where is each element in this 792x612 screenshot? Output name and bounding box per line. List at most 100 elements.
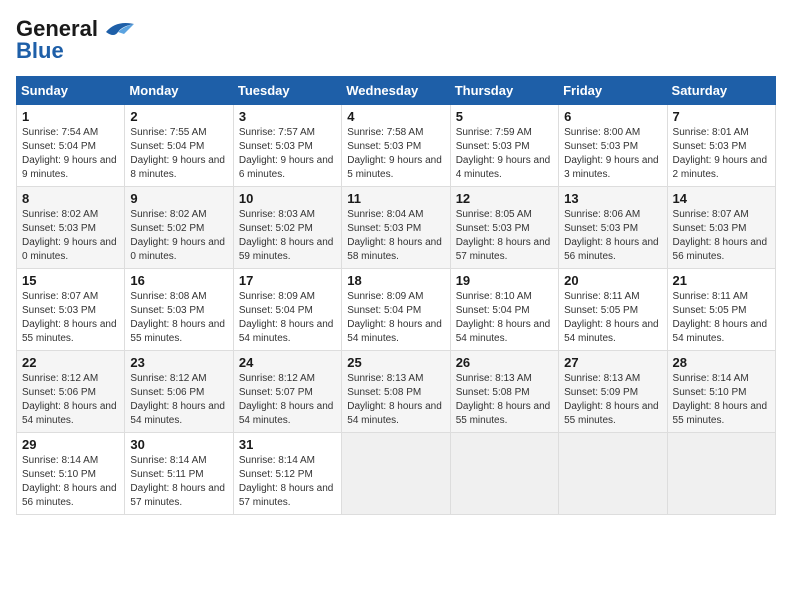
weekday-header-thursday: Thursday — [450, 77, 558, 105]
calendar-day-cell: 25 Sunrise: 8:13 AMSunset: 5:08 PMDaylig… — [342, 351, 450, 433]
calendar-header: SundayMondayTuesdayWednesdayThursdayFrid… — [17, 77, 776, 105]
day-info: Sunrise: 8:01 AMSunset: 5:03 PMDaylight:… — [673, 127, 768, 180]
calendar-day-cell: 29 Sunrise: 8:14 AMSunset: 5:10 PMDaylig… — [17, 433, 125, 515]
day-info: Sunrise: 8:12 AMSunset: 5:07 PMDaylight:… — [239, 373, 334, 426]
day-info: Sunrise: 8:02 AMSunset: 5:03 PMDaylight:… — [22, 209, 117, 262]
calendar-week-row: 8 Sunrise: 8:02 AMSunset: 5:03 PMDayligh… — [17, 187, 776, 269]
calendar-day-cell: 20 Sunrise: 8:11 AMSunset: 5:05 PMDaylig… — [559, 269, 667, 351]
logo-bird-icon — [98, 18, 134, 40]
calendar-week-row: 15 Sunrise: 8:07 AMSunset: 5:03 PMDaylig… — [17, 269, 776, 351]
calendar-body: 1 Sunrise: 7:54 AMSunset: 5:04 PMDayligh… — [17, 105, 776, 515]
calendar-day-cell: 26 Sunrise: 8:13 AMSunset: 5:08 PMDaylig… — [450, 351, 558, 433]
day-number: 6 — [564, 109, 661, 124]
day-info: Sunrise: 7:55 AMSunset: 5:04 PMDaylight:… — [130, 127, 225, 180]
day-number: 22 — [22, 355, 119, 370]
day-info: Sunrise: 8:13 AMSunset: 5:08 PMDaylight:… — [456, 373, 551, 426]
calendar-day-cell: 11 Sunrise: 8:04 AMSunset: 5:03 PMDaylig… — [342, 187, 450, 269]
day-number: 29 — [22, 437, 119, 452]
calendar-day-cell — [450, 433, 558, 515]
day-number: 4 — [347, 109, 444, 124]
calendar-day-cell: 13 Sunrise: 8:06 AMSunset: 5:03 PMDaylig… — [559, 187, 667, 269]
calendar-day-cell: 24 Sunrise: 8:12 AMSunset: 5:07 PMDaylig… — [233, 351, 341, 433]
weekday-header-sunday: Sunday — [17, 77, 125, 105]
day-number: 13 — [564, 191, 661, 206]
calendar-day-cell: 21 Sunrise: 8:11 AMSunset: 5:05 PMDaylig… — [667, 269, 775, 351]
day-info: Sunrise: 8:06 AMSunset: 5:03 PMDaylight:… — [564, 209, 659, 262]
day-info: Sunrise: 8:07 AMSunset: 5:03 PMDaylight:… — [22, 291, 117, 344]
day-info: Sunrise: 8:12 AMSunset: 5:06 PMDaylight:… — [22, 373, 117, 426]
calendar-day-cell: 27 Sunrise: 8:13 AMSunset: 5:09 PMDaylig… — [559, 351, 667, 433]
calendar-day-cell: 30 Sunrise: 8:14 AMSunset: 5:11 PMDaylig… — [125, 433, 233, 515]
weekday-header-monday: Monday — [125, 77, 233, 105]
day-number: 27 — [564, 355, 661, 370]
day-info: Sunrise: 8:09 AMSunset: 5:04 PMDaylight:… — [347, 291, 442, 344]
calendar-day-cell: 9 Sunrise: 8:02 AMSunset: 5:02 PMDayligh… — [125, 187, 233, 269]
day-number: 11 — [347, 191, 444, 206]
weekday-header-friday: Friday — [559, 77, 667, 105]
calendar-day-cell: 23 Sunrise: 8:12 AMSunset: 5:06 PMDaylig… — [125, 351, 233, 433]
day-number: 14 — [673, 191, 770, 206]
calendar-day-cell: 5 Sunrise: 7:59 AMSunset: 5:03 PMDayligh… — [450, 105, 558, 187]
calendar-day-cell: 6 Sunrise: 8:00 AMSunset: 5:03 PMDayligh… — [559, 105, 667, 187]
day-info: Sunrise: 8:13 AMSunset: 5:09 PMDaylight:… — [564, 373, 659, 426]
day-info: Sunrise: 8:10 AMSunset: 5:04 PMDaylight:… — [456, 291, 551, 344]
calendar-day-cell: 8 Sunrise: 8:02 AMSunset: 5:03 PMDayligh… — [17, 187, 125, 269]
weekday-header-row: SundayMondayTuesdayWednesdayThursdayFrid… — [17, 77, 776, 105]
calendar-day-cell: 19 Sunrise: 8:10 AMSunset: 5:04 PMDaylig… — [450, 269, 558, 351]
calendar-day-cell: 1 Sunrise: 7:54 AMSunset: 5:04 PMDayligh… — [17, 105, 125, 187]
day-number: 18 — [347, 273, 444, 288]
day-info: Sunrise: 8:08 AMSunset: 5:03 PMDaylight:… — [130, 291, 225, 344]
day-info: Sunrise: 8:14 AMSunset: 5:10 PMDaylight:… — [673, 373, 768, 426]
day-number: 12 — [456, 191, 553, 206]
calendar-table: SundayMondayTuesdayWednesdayThursdayFrid… — [16, 76, 776, 515]
weekday-header-saturday: Saturday — [667, 77, 775, 105]
day-number: 16 — [130, 273, 227, 288]
day-number: 2 — [130, 109, 227, 124]
day-info: Sunrise: 8:11 AMSunset: 5:05 PMDaylight:… — [564, 291, 659, 344]
day-number: 25 — [347, 355, 444, 370]
calendar-day-cell: 10 Sunrise: 8:03 AMSunset: 5:02 PMDaylig… — [233, 187, 341, 269]
calendar-day-cell — [667, 433, 775, 515]
day-info: Sunrise: 8:14 AMSunset: 5:10 PMDaylight:… — [22, 455, 117, 508]
day-info: Sunrise: 7:58 AMSunset: 5:03 PMDaylight:… — [347, 127, 442, 180]
calendar-day-cell: 17 Sunrise: 8:09 AMSunset: 5:04 PMDaylig… — [233, 269, 341, 351]
day-info: Sunrise: 8:12 AMSunset: 5:06 PMDaylight:… — [130, 373, 225, 426]
day-info: Sunrise: 8:14 AMSunset: 5:11 PMDaylight:… — [130, 455, 225, 508]
calendar-day-cell: 3 Sunrise: 7:57 AMSunset: 5:03 PMDayligh… — [233, 105, 341, 187]
day-number: 3 — [239, 109, 336, 124]
calendar-day-cell: 16 Sunrise: 8:08 AMSunset: 5:03 PMDaylig… — [125, 269, 233, 351]
day-number: 24 — [239, 355, 336, 370]
calendar-day-cell — [559, 433, 667, 515]
calendar-day-cell: 28 Sunrise: 8:14 AMSunset: 5:10 PMDaylig… — [667, 351, 775, 433]
day-number: 15 — [22, 273, 119, 288]
logo: General Blue — [16, 16, 134, 64]
day-info: Sunrise: 8:03 AMSunset: 5:02 PMDaylight:… — [239, 209, 334, 262]
day-number: 31 — [239, 437, 336, 452]
day-info: Sunrise: 7:54 AMSunset: 5:04 PMDaylight:… — [22, 127, 117, 180]
day-info: Sunrise: 8:05 AMSunset: 5:03 PMDaylight:… — [456, 209, 551, 262]
day-number: 7 — [673, 109, 770, 124]
day-info: Sunrise: 8:09 AMSunset: 5:04 PMDaylight:… — [239, 291, 334, 344]
calendar-day-cell: 31 Sunrise: 8:14 AMSunset: 5:12 PMDaylig… — [233, 433, 341, 515]
calendar-day-cell: 22 Sunrise: 8:12 AMSunset: 5:06 PMDaylig… — [17, 351, 125, 433]
day-info: Sunrise: 8:13 AMSunset: 5:08 PMDaylight:… — [347, 373, 442, 426]
day-number: 8 — [22, 191, 119, 206]
day-number: 26 — [456, 355, 553, 370]
day-number: 9 — [130, 191, 227, 206]
day-number: 19 — [456, 273, 553, 288]
day-number: 28 — [673, 355, 770, 370]
calendar-week-row: 22 Sunrise: 8:12 AMSunset: 5:06 PMDaylig… — [17, 351, 776, 433]
day-info: Sunrise: 8:02 AMSunset: 5:02 PMDaylight:… — [130, 209, 225, 262]
weekday-header-wednesday: Wednesday — [342, 77, 450, 105]
day-info: Sunrise: 8:00 AMSunset: 5:03 PMDaylight:… — [564, 127, 659, 180]
calendar-week-row: 29 Sunrise: 8:14 AMSunset: 5:10 PMDaylig… — [17, 433, 776, 515]
day-info: Sunrise: 8:04 AMSunset: 5:03 PMDaylight:… — [347, 209, 442, 262]
day-number: 5 — [456, 109, 553, 124]
day-info: Sunrise: 8:07 AMSunset: 5:03 PMDaylight:… — [673, 209, 768, 262]
calendar-day-cell: 14 Sunrise: 8:07 AMSunset: 5:03 PMDaylig… — [667, 187, 775, 269]
day-info: Sunrise: 8:14 AMSunset: 5:12 PMDaylight:… — [239, 455, 334, 508]
day-number: 1 — [22, 109, 119, 124]
day-number: 23 — [130, 355, 227, 370]
day-number: 30 — [130, 437, 227, 452]
day-info: Sunrise: 7:57 AMSunset: 5:03 PMDaylight:… — [239, 127, 334, 180]
